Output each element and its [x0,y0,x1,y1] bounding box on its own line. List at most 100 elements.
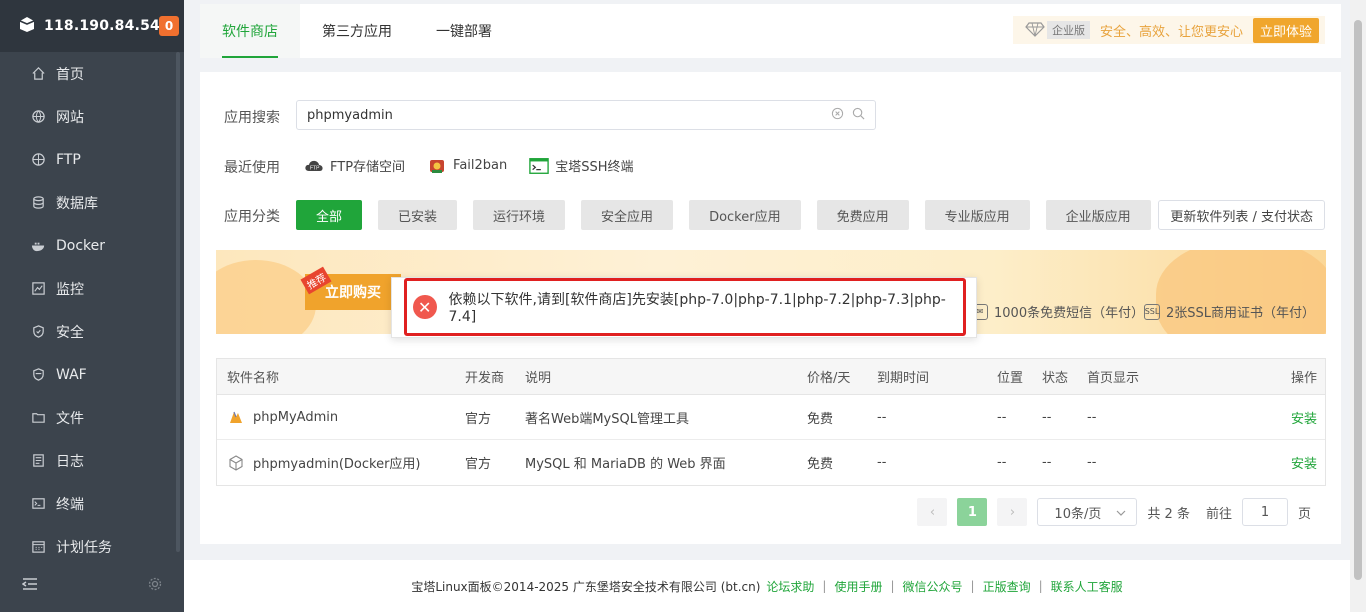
sidebar-item-database[interactable]: 数据库 [0,181,184,224]
category-docker[interactable]: Docker应用 [689,200,801,230]
enterprise-edition-badge: 企业版 [1025,21,1090,40]
app-position: -- [997,409,1007,425]
sidebar-item-home[interactable]: 首页 [0,52,184,95]
sidebar-item-terminal[interactable]: 终端 [0,482,184,525]
sidebar-item-ftp[interactable]: FTP [0,138,184,181]
header-position: 位置 [997,371,1024,386]
footer-link-genuine-check[interactable]: 正版查询 [983,578,1031,595]
sidebar-item-monitor[interactable]: 监控 [0,267,184,310]
search-input[interactable]: phpmyadmin [296,100,876,130]
clear-icon[interactable] [831,107,844,124]
sidebar-item-files[interactable]: 文件 [0,396,184,439]
search-icon[interactable] [852,107,865,124]
page-size-select[interactable]: 10条/页 [1037,498,1138,526]
tab-third-party[interactable]: 第三方应用 [300,4,414,58]
table-row: phpmyadmin(Docker应用) 官方 MySQL 和 MariaDB … [217,440,1325,485]
header-developer: 开发商 [465,371,505,386]
notification-badge[interactable]: 0 [159,16,179,36]
collapse-menu-icon[interactable] [21,577,38,595]
recent-item-ssh-terminal[interactable]: 宝塔SSH终端 [529,156,634,175]
app-expiry: -- [877,409,887,425]
phpmyadmin-icon [227,408,245,426]
docker-cube-icon [227,454,245,472]
server-ip[interactable]: 118.190.84.54 [44,18,160,34]
terminal-icon [30,496,46,512]
software-table: 软件名称 开发商 说明 价格/天 到期时间 位置 状态 首页显示 操作 phpM… [216,358,1326,486]
scrollbar-thumb[interactable] [1354,20,1362,580]
sidebar-scrollbar[interactable] [176,52,180,552]
sidebar-item-label: 网站 [56,109,84,126]
page-unit-label: 页 [1297,506,1311,522]
app-expiry: -- [877,455,887,470]
recent-item-label: Fail2ban [453,158,508,173]
search-input-value: phpmyadmin [307,107,393,123]
category-pro[interactable]: 专业版应用 [924,200,1030,230]
table-row: phpMyAdmin 官方 著名Web端MySQL管理工具 免费 -- -- -… [217,395,1325,440]
page-scrollbar[interactable] [1350,0,1366,612]
sidebar-item-docker[interactable]: Docker [0,224,184,267]
app-name-cell: phpMyAdmin [217,408,465,426]
header-description: 说明 [525,371,552,386]
waf-icon [30,367,46,383]
category-installed[interactable]: 已安装 [378,200,458,230]
refresh-software-list-button[interactable]: 更新软件列表 / 支付状态 [1158,200,1325,230]
category-runtime[interactable]: 运行环境 [473,200,566,230]
app-name-cell: phpmyadmin(Docker应用) [217,453,465,472]
app-status: -- [1042,455,1052,470]
sidebar-item-label: 监控 [56,281,84,298]
tab-software-store[interactable]: 软件商店 [200,4,300,58]
app-description: 著名Web端MySQL管理工具 [525,411,689,427]
edition-label: 企业版 [1046,21,1090,39]
docker-icon [30,238,46,254]
chevron-down-icon [1116,505,1126,520]
table-header: 软件名称 开发商 说明 价格/天 到期时间 位置 状态 首页显示 操作 [217,359,1325,395]
try-now-button[interactable]: 立即体验 [1252,17,1319,43]
footer-link-forum[interactable]: 论坛求助 [766,578,814,595]
footer-separator: | [1038,579,1043,593]
next-page-button[interactable]: › [997,498,1028,526]
pagination: ‹ 1 › 10条/页 共 2 条 前往 1 页 [917,498,1311,526]
sidebar-item-label: Docker [56,237,106,254]
home-icon [30,66,46,82]
footer-link-wechat[interactable]: 微信公众号 [903,578,963,595]
sidebar-item-label: 首页 [56,66,84,83]
enterprise-promo: 企业版 安全、高效、让您更安心 立即体验 [1012,16,1325,44]
copyright-text: 宝塔Linux面板©2014-2025 广东堡塔安全技术有限公司 (bt.cn) [411,579,761,594]
install-button[interactable]: 安装 [1267,453,1325,472]
category-enterprise[interactable]: 企业版应用 [1045,200,1151,230]
app-price: 免费 [807,457,834,472]
globe-icon [30,109,46,125]
app-homepage: -- [1087,409,1097,425]
app-name[interactable]: phpmyadmin(Docker应用) [253,453,421,472]
category-security[interactable]: 安全应用 [581,200,674,230]
top-tab-bar: 软件商店 第三方应用 一键部署 企业版 安全、高效、让您更安心 立即体验 [200,4,1341,58]
category-all[interactable]: 全部 [296,200,363,230]
server-icon [18,15,36,37]
search-label: 应用搜索 [224,110,280,126]
tab-one-click-deploy[interactable]: 一键部署 [414,4,514,58]
category-free[interactable]: 免费应用 [816,200,909,230]
footer-link-manual[interactable]: 使用手册 [834,578,882,595]
recent-item-ftp-storage[interactable]: FTP FTP存储空间 [304,156,405,175]
header-status: 状态 [1042,371,1069,386]
goto-page-input[interactable]: 1 [1241,498,1288,526]
header-action: 操作 [1290,371,1317,386]
database-icon [30,195,46,211]
install-button[interactable]: 安装 [1267,408,1325,427]
prev-page-button[interactable]: ‹ [917,498,948,526]
sidebar-item-waf[interactable]: WAF [0,353,184,396]
sidebar-item-security[interactable]: 安全 [0,310,184,353]
sidebar-item-website[interactable]: 网站 [0,95,184,138]
sidebar-item-label: 数据库 [56,195,98,212]
page-number[interactable]: 1 [957,498,988,526]
sidebar-item-logs[interactable]: 日志 [0,439,184,482]
error-toast-highlight: ✕ 依赖以下软件,请到[软件商店]先安装[php-7.0|php-7.1|php… [404,278,966,336]
sidebar-header: 118.190.84.54 0 [0,0,184,52]
total-count: 共 2 条 [1147,506,1190,522]
sidebar-item-label: 日志 [56,453,84,470]
app-name[interactable]: phpMyAdmin [253,410,338,425]
footer-link-support[interactable]: 联系人工客服 [1051,578,1123,595]
app-price: 免费 [807,411,834,427]
settings-gear-icon[interactable] [148,577,162,595]
recent-item-fail2ban[interactable]: Fail2ban [427,157,507,175]
